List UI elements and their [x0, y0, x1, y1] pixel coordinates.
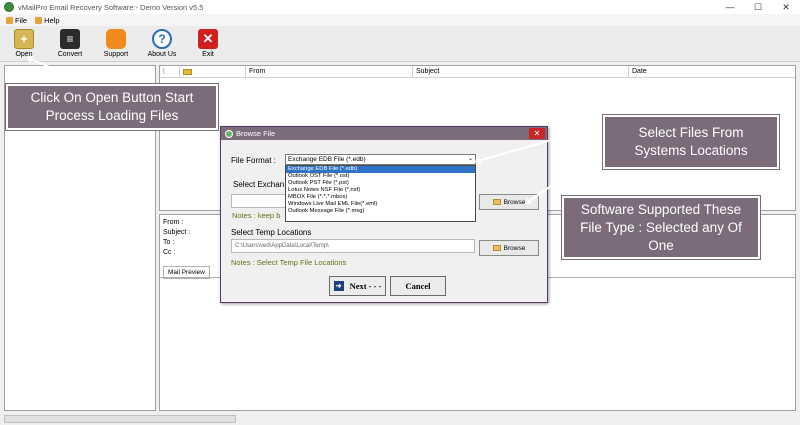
dialog-app-icon: [225, 129, 233, 138]
support-icon: [106, 29, 126, 49]
option-pst[interactable]: Outlook PST File (*.pst): [286, 180, 475, 187]
option-msg[interactable]: Outlook Message File (*.msg): [286, 208, 475, 215]
temp-location-label: Select Temp Locations: [231, 228, 312, 237]
callout-supported-types: Software Supported These File Type : Sel…: [562, 196, 760, 259]
next-button-label: Next - - -: [349, 281, 382, 291]
status-bar: [0, 413, 800, 425]
attachment-column[interactable]: ⦚: [160, 65, 180, 78]
window-controls: — ☐ ✕: [716, 0, 800, 14]
menu-file-label: File: [15, 15, 28, 25]
file-format-label: File Format :: [231, 156, 276, 165]
next-button[interactable]: ➜ Next - - -: [329, 276, 386, 296]
option-edb[interactable]: Exchange EDB File (*.edb): [286, 166, 475, 173]
file-menu-icon: [6, 16, 13, 24]
folder-add-icon: +: [14, 29, 34, 49]
support-button[interactable]: Support: [98, 26, 134, 58]
convert-button-label: Convert: [57, 51, 83, 58]
option-nsf[interactable]: Lotus Notes NSF File (*.nsf): [286, 187, 475, 194]
convert-button[interactable]: ≡ Convert: [52, 26, 88, 58]
select-exchange-label: Select Exchan: [233, 180, 285, 189]
subject-column-header[interactable]: Subject: [413, 65, 629, 78]
option-ost[interactable]: Outlook OST File (*.ost): [286, 173, 475, 180]
dialog-close-button[interactable]: ✕: [529, 128, 545, 139]
dialog-title: Browse File: [236, 129, 276, 138]
temp-note: Notes : Select Temp File Locations: [231, 258, 347, 267]
arrow-right-icon: ➜: [333, 281, 344, 291]
file-format-dropdown: Exchange EDB File (*.edb) Outlook OST Fi…: [285, 165, 476, 222]
date-column-header[interactable]: Date: [629, 66, 795, 78]
exit-button-label: Exit: [202, 51, 214, 58]
flag-column[interactable]: [180, 65, 246, 78]
title-bar: vMailPro Email Recovery Software:- Demo …: [0, 0, 800, 14]
question-icon: ?: [152, 29, 172, 49]
open-button[interactable]: + Open: [6, 26, 42, 58]
menu-help[interactable]: Help: [35, 15, 60, 25]
about-us-button[interactable]: ? About Us: [144, 26, 180, 58]
from-column-header[interactable]: From: [246, 65, 413, 78]
menu-bar: File Help: [0, 14, 800, 26]
browse-source-label: Browse: [503, 198, 526, 206]
minimize-button[interactable]: —: [716, 0, 744, 14]
help-menu-icon: [35, 16, 43, 24]
window-title: vMailPro Email Recovery Software:- Demo …: [18, 2, 204, 12]
horizontal-scrollbar[interactable]: [4, 415, 236, 423]
mail-icon: [183, 68, 192, 75]
dialog-title-bar: Browse File ✕: [221, 127, 547, 140]
browse-file-dialog: Browse File ✕ File Format : Exchange EDB…: [220, 126, 548, 303]
exit-button[interactable]: ✕ Exit: [190, 26, 226, 58]
keep-note: Notes : keep b: [232, 211, 281, 220]
callout-select-files: Select Files From Systems Locations: [603, 115, 779, 169]
file-format-select[interactable]: Exchange EDB File (*.edb) ⌄: [285, 154, 476, 165]
support-button-label: Support: [103, 51, 129, 58]
temp-path-field[interactable]: C:\Users\ved\AppData\Local\Temp\: [231, 239, 475, 253]
option-eml[interactable]: Windows Live Mail EML File(*.eml): [286, 201, 475, 208]
browse-temp-label: Browse: [503, 244, 526, 252]
convert-icon: ≡: [60, 29, 80, 49]
folder-icon: [492, 245, 501, 251]
attachment-icon: ⦚: [163, 66, 165, 76]
menu-file[interactable]: File: [6, 16, 27, 25]
menu-help-label: Help: [44, 15, 60, 25]
file-format-value: Exchange EDB File (*.edb): [288, 156, 366, 163]
callout-open-instructions: Click On Open Button Start Process Loadi…: [6, 84, 218, 130]
toolbar: + Open ≡ Convert Support ? About Us ✕ Ex…: [0, 26, 800, 62]
close-window-button[interactable]: ✕: [772, 0, 800, 14]
maximize-button[interactable]: ☐: [744, 0, 772, 14]
folder-icon: [492, 199, 501, 205]
app-icon: [4, 2, 14, 12]
about-us-button-label: About Us: [147, 51, 177, 58]
exit-icon: ✕: [198, 29, 218, 49]
list-header: ⦚ From Subject Date: [160, 65, 795, 78]
cancel-button[interactable]: Cancel: [390, 276, 446, 296]
option-mbox[interactable]: MBOX File (*.*,*.mbox): [286, 194, 475, 201]
browse-temp-button[interactable]: Browse: [479, 240, 539, 256]
